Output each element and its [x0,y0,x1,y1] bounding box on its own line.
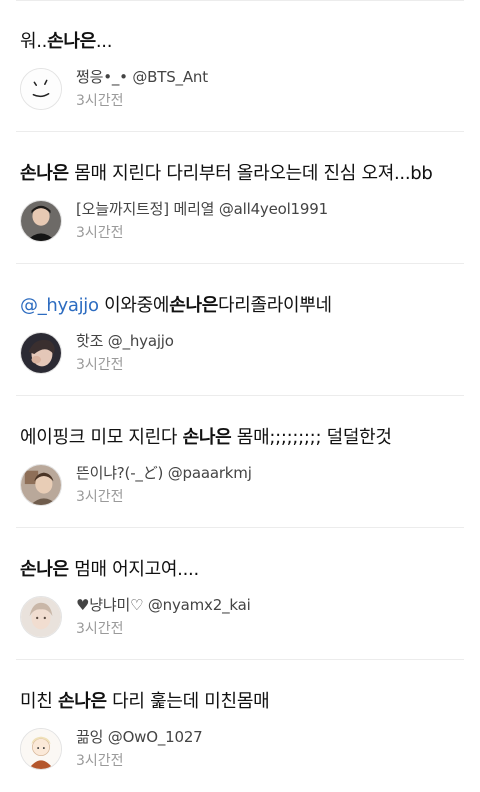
author-name[interactable]: 끎잉 @OwO_1027 [76,728,203,746]
tweet-text-highlight: 손나은 [57,691,107,712]
author-row: 끎잉 @OwO_1027 3시간전 [20,728,440,772]
tweet-text-highlight: 손나은 [20,559,69,580]
timestamp: 3시간전 [76,621,124,637]
tweet-text-part: 몸매 지린다 다리부터 올라오는데 진심 오져...bb [68,163,433,184]
author-row: 핫조 @_hyajjo 3시간전 [20,332,440,376]
author-name[interactable]: 쩡응•_• @BTS_Ant [76,68,208,86]
timestamp: 3시간전 [76,225,124,241]
cartoon-avatar-icon[interactable] [20,728,62,770]
tweet-item[interactable]: 에이핑크 미모 지린다 손나은 몸매;;;;;;;;; 덜덜한것 뜬이냐?(-_… [16,396,464,528]
tweet-text-part: 몸매;;;;;;;;; 덜덜한것 [231,427,392,448]
smiley-face-icon[interactable] [20,68,62,110]
author-row: ♥냥냐미♡ @nyamx2_kai 3시간전 [20,596,440,640]
tweet-text-highlight: 손나은 [182,427,232,448]
timestamp: 3시간전 [76,357,124,373]
tweet-text-part: 이와중에 [98,295,170,316]
tweet-text: 손나은 몸매 지린다 다리부터 올라오는데 진심 오져...bb [20,162,433,186]
tweet-text: 미친 손나은 다리 훑는데 미친몸매 [20,690,270,714]
tweet-text-highlight: 손나은 [47,31,96,52]
tweet-item[interactable]: 워..손나은... 쩡응•_• @BTS_Ant 3시간전 [16,0,464,132]
tweet-text-part: 워.. [20,31,48,52]
tweet-text-part: 미친 [20,691,58,712]
tweet-text: @_hyajjo 이와중에손나은다리졸라이뿌네 [20,294,332,318]
tweet-text-highlight: 손나은 [169,295,218,316]
tweet-item[interactable]: @_hyajjo 이와중에손나은다리졸라이뿌네 핫조 @_hyajjo 3시간전 [16,264,464,396]
person-photo-icon[interactable] [20,464,62,506]
author-name[interactable]: ♥냥냐미♡ @nyamx2_kai [76,596,251,614]
tweet-item[interactable]: 손나은 몸매 지린다 다리부터 올라오는데 진심 오져...bb [오늘까지트정… [16,132,464,264]
author-name[interactable]: [오늘까지트정] 메리열 @all4yeol1991 [76,200,328,218]
author-name[interactable]: 뜬이냐?(-_ど) @paaarkmj [76,464,252,482]
author-name[interactable]: 핫조 @_hyajjo [76,332,174,350]
author-row: 쩡응•_• @BTS_Ant 3시간전 [20,68,440,112]
tweet-text-part: 다리 훑는데 미친몸매 [106,691,270,712]
tweet-feed: 워..손나은... 쩡응•_• @BTS_Ant 3시간전 손나은 몸매 지린다… [0,0,480,788]
tweet-item[interactable]: 미친 손나은 다리 훑는데 미친몸매 끎잉 @OwO_1027 3시간전 [16,660,464,792]
tweet-text-part: 에이핑크 미모 지린다 [20,427,183,448]
tweet-text: 에이핑크 미모 지린다 손나은 몸매;;;;;;;;; 덜덜한것 [20,426,392,450]
tweet-text: 손나은 멈매 어지고여.... [20,558,199,582]
tweet-item[interactable]: 손나은 멈매 어지고여.... ♥냥냐미♡ @nyamx2_kai 3시간전 [16,528,464,660]
person-photo-icon[interactable] [20,596,62,638]
timestamp: 3시간전 [76,753,124,769]
timestamp: 3시간전 [76,93,124,109]
author-row: 뜬이냐?(-_ど) @paaarkmj 3시간전 [20,464,440,508]
person-photo-icon[interactable] [20,200,62,242]
author-row: [오늘까지트정] 메리열 @all4yeol1991 3시간전 [20,200,440,244]
person-photo-icon[interactable] [20,332,62,374]
tweet-text: 워..손나은... [20,30,112,54]
tweet-text-part: 다리졸라이뿌네 [217,295,332,316]
mention-link[interactable]: @_hyajjo [20,295,99,316]
tweet-text-part: 멈매 어지고여.... [68,559,199,580]
tweet-text-part: ... [95,31,113,52]
tweet-text-highlight: 손나은 [20,163,69,184]
timestamp: 3시간전 [76,489,124,505]
